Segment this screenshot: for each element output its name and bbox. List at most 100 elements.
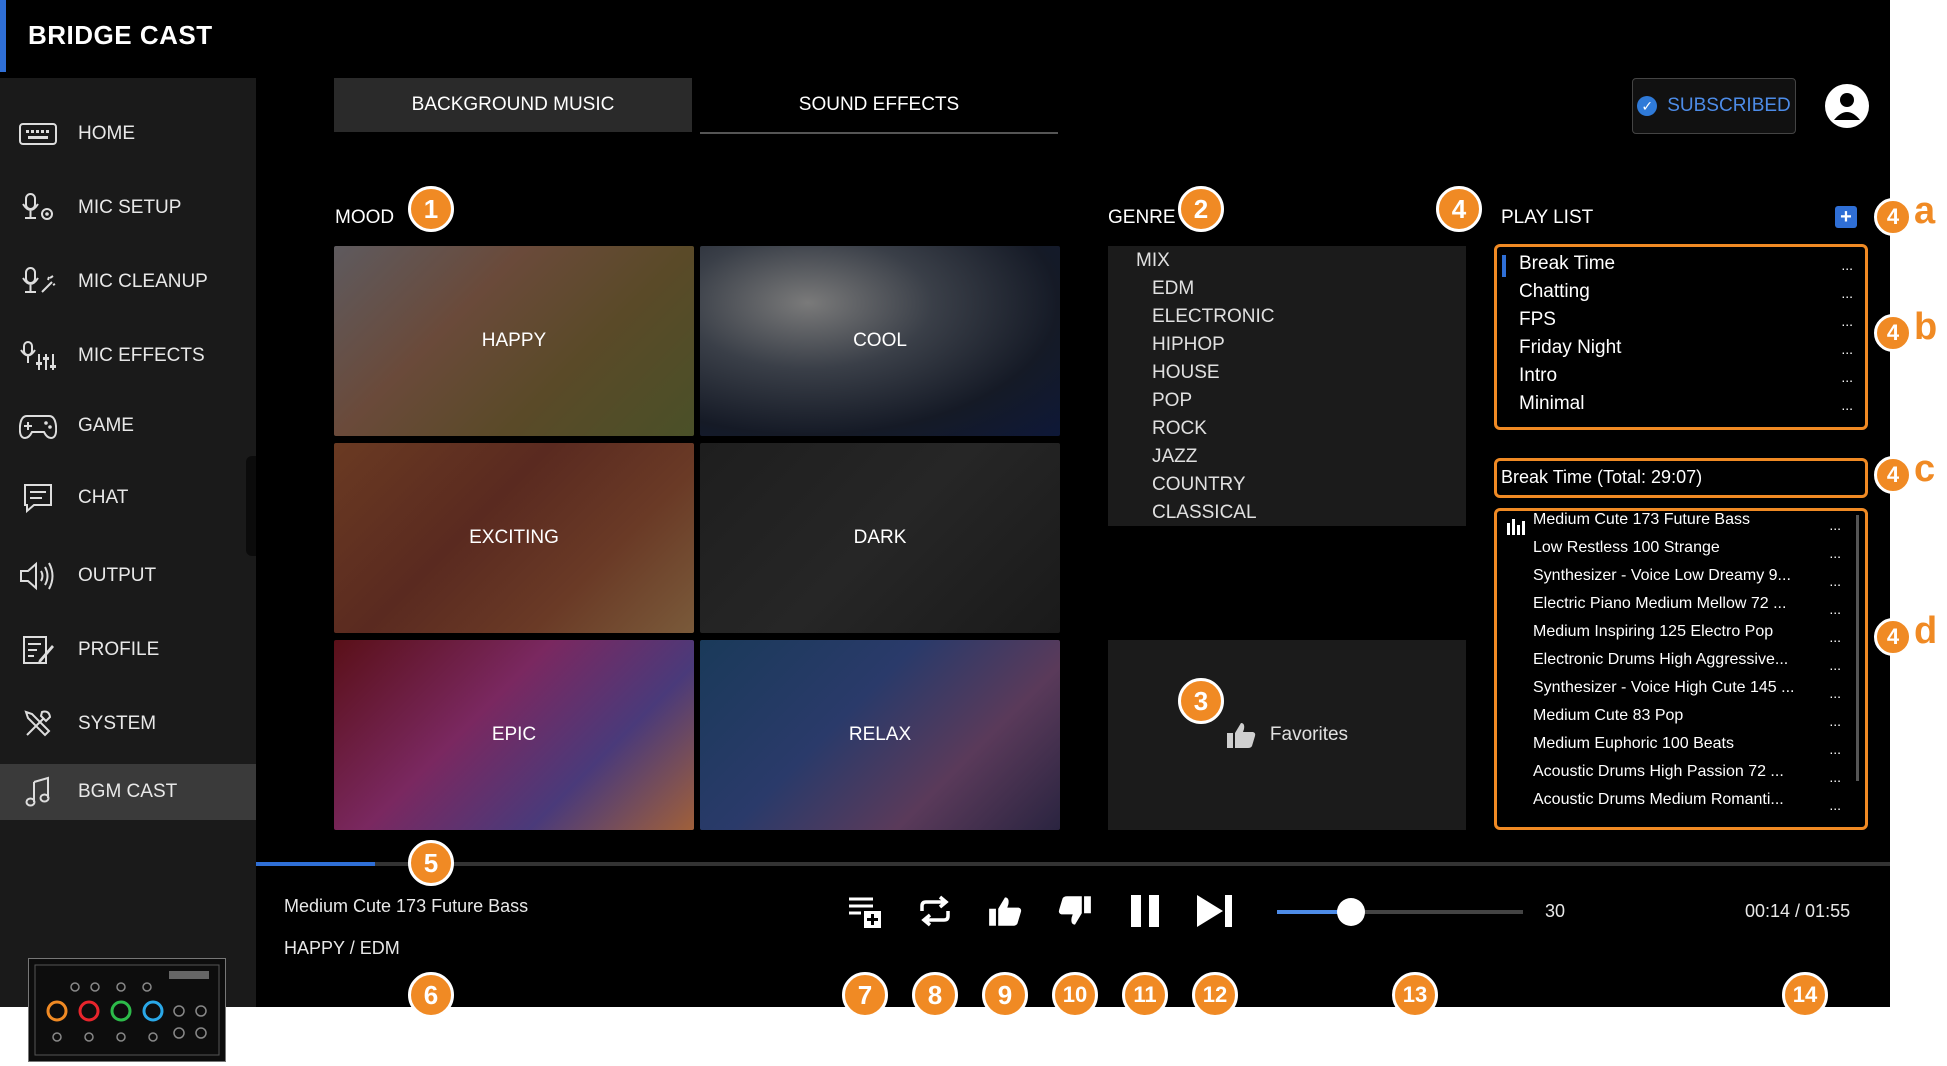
sidebar-item-game[interactable]: GAME [0, 398, 256, 454]
next-button[interactable] [1192, 888, 1238, 934]
sidebar-item-output[interactable]: OUTPUT [0, 548, 256, 604]
genre-item-rock[interactable]: ROCK [1152, 418, 1207, 440]
subscribed-button[interactable]: ✓ SUBSCRIBED [1632, 78, 1796, 134]
playback-progress-bar[interactable] [256, 862, 1890, 866]
more-icon[interactable]: ... [1841, 369, 1853, 385]
sidebar-item-label: MIC CLEANUP [78, 271, 208, 292]
more-icon[interactable]: ... [1841, 257, 1853, 273]
more-icon[interactable]: ... [1829, 629, 1841, 645]
tab-background-music[interactable]: BACKGROUND MUSIC [334, 78, 692, 132]
mood-tile-relax[interactable]: RELAX [700, 640, 1060, 830]
track-item[interactable]: Synthesizer - Voice High Cute 145 ... [1533, 679, 1794, 697]
genre-item-edm[interactable]: EDM [1152, 278, 1194, 300]
track-item[interactable]: Synthesizer - Voice Low Dreamy 9... [1533, 567, 1791, 585]
playlist-item[interactable]: Chatting [1519, 281, 1590, 303]
track-item[interactable]: Acoustic Drums High Passion 72 ... [1533, 763, 1784, 781]
volume-slider[interactable] [1277, 898, 1523, 926]
sidebar-item-mic-setup[interactable]: MIC SETUP [0, 180, 256, 236]
sidebar-item-bgm-cast[interactable]: BGM CAST [0, 764, 256, 820]
playlist-list: Break Time ... Chatting ... FPS ... Frid… [1494, 244, 1868, 430]
repeat-button[interactable] [912, 888, 958, 934]
track-item[interactable]: Acoustic Drums Medium Romanti... [1533, 791, 1784, 809]
genre-label: GENRE [1108, 207, 1176, 228]
add-to-playlist-icon [849, 897, 881, 928]
more-icon[interactable]: ... [1841, 341, 1853, 357]
mood-tile-exciting[interactable]: EXCITING [334, 443, 694, 633]
avatar[interactable] [1825, 84, 1869, 128]
sidebar-item-label: CHAT [78, 487, 129, 508]
track-item[interactable]: Medium Cute 83 Pop [1533, 707, 1683, 725]
playlist-item[interactable]: Minimal [1519, 393, 1584, 415]
genre-item-mix[interactable]: MIX [1136, 250, 1170, 272]
track-item[interactable]: Low Restless 100 Strange [1533, 539, 1720, 557]
callout-1: 1 [408, 186, 454, 232]
sidebar-item-home[interactable]: HOME [0, 106, 256, 162]
user-icon [1834, 93, 1860, 120]
more-icon[interactable]: ... [1841, 313, 1853, 329]
mood-tile-happy[interactable]: HAPPY [334, 246, 694, 436]
track-item[interactable]: Medium Inspiring 125 Electro Pop [1533, 623, 1773, 641]
sidebar-item-system[interactable]: SYSTEM [0, 696, 256, 752]
genre-list: MIX EDM ELECTRONIC HIPHOP HOUSE POP ROCK… [1108, 246, 1466, 526]
more-icon[interactable]: ... [1829, 601, 1841, 617]
genre-item-hiphop[interactable]: HIPHOP [1152, 334, 1225, 356]
more-icon[interactable]: ... [1829, 545, 1841, 561]
track-item[interactable]: Medium Cute 173 Future Bass [1533, 511, 1750, 529]
genre-item-electronic[interactable]: ELECTRONIC [1152, 306, 1274, 328]
callout-4b: 4 [1874, 314, 1912, 352]
callout-4c: 4 [1874, 456, 1912, 494]
mood-tile-epic[interactable]: EPIC [334, 640, 694, 830]
volume-knob[interactable] [1336, 898, 1365, 926]
callout-5: 5 [408, 840, 454, 886]
thumbs-down-icon [1058, 896, 1091, 925]
more-icon[interactable]: ... [1829, 769, 1841, 785]
sidebar-item-mic-cleanup[interactable]: MIC CLEANUP [0, 254, 256, 310]
more-icon[interactable]: ... [1829, 741, 1841, 757]
dislike-button[interactable] [1052, 888, 1098, 934]
mood-tile-dark[interactable]: DARK [700, 443, 1060, 633]
genre-item-country[interactable]: COUNTRY [1152, 474, 1246, 496]
callout-11: 11 [1122, 972, 1168, 1018]
callout-letter-b: b [1914, 306, 1938, 348]
playlist-item[interactable]: Intro [1519, 365, 1557, 387]
sidebar-item-mic-effects[interactable]: MIC EFFECTS [0, 328, 256, 384]
more-icon[interactable]: ... [1841, 397, 1853, 413]
playback-time: 00:14 / 01:55 [1745, 901, 1851, 921]
sidebar: HOME MIC SETUP MIC CLEANUP MIC EFFECTS G… [0, 78, 256, 1062]
playlist-item[interactable]: Friday Night [1519, 337, 1621, 359]
tab-sound-effects[interactable]: SOUND EFFECTS [700, 78, 1058, 134]
more-icon[interactable]: ... [1829, 657, 1841, 673]
track-item[interactable]: Electric Piano Medium Mellow 72 ... [1533, 595, 1786, 613]
track-item[interactable]: Electronic Drums High Aggressive... [1533, 651, 1788, 669]
add-playlist-button[interactable]: + [1835, 206, 1857, 228]
more-icon[interactable]: ... [1829, 573, 1841, 589]
more-icon[interactable]: ... [1829, 713, 1841, 729]
playlist-item[interactable]: Break Time [1519, 253, 1615, 275]
track-list-scrollbar[interactable] [1856, 515, 1859, 781]
sidebar-item-profile[interactable]: PROFILE [0, 622, 256, 678]
callout-6: 6 [408, 972, 454, 1018]
genre-item-house[interactable]: HOUSE [1152, 362, 1220, 384]
callout-3: 3 [1178, 678, 1224, 724]
more-icon[interactable]: ... [1829, 797, 1841, 813]
mic-sparkle-icon [18, 265, 58, 299]
genre-item-classical[interactable]: CLASSICAL [1152, 502, 1257, 524]
favorites-button[interactable]: Favorites [1108, 640, 1466, 830]
sidebar-item-label: SYSTEM [78, 713, 157, 734]
track-item[interactable]: Medium Euphoric 100 Beats [1533, 735, 1734, 753]
more-icon[interactable]: ... [1829, 685, 1841, 701]
sidebar-item-chat[interactable]: CHAT [0, 470, 256, 526]
pause-button[interactable] [1122, 888, 1168, 934]
gamepad-icon [18, 409, 58, 443]
callout-12: 12 [1192, 972, 1238, 1018]
genre-item-pop[interactable]: POP [1152, 390, 1192, 412]
mood-tile-cool[interactable]: COOL [700, 246, 1060, 436]
more-icon[interactable]: ... [1841, 285, 1853, 301]
like-button[interactable] [982, 888, 1028, 934]
genre-item-jazz[interactable]: JAZZ [1152, 446, 1197, 468]
playlist-item[interactable]: FPS [1519, 309, 1556, 331]
add-to-playlist-button[interactable] [842, 888, 888, 934]
speaker-icon [18, 559, 58, 593]
more-icon[interactable]: ... [1829, 517, 1841, 533]
callout-2: 2 [1178, 186, 1224, 232]
